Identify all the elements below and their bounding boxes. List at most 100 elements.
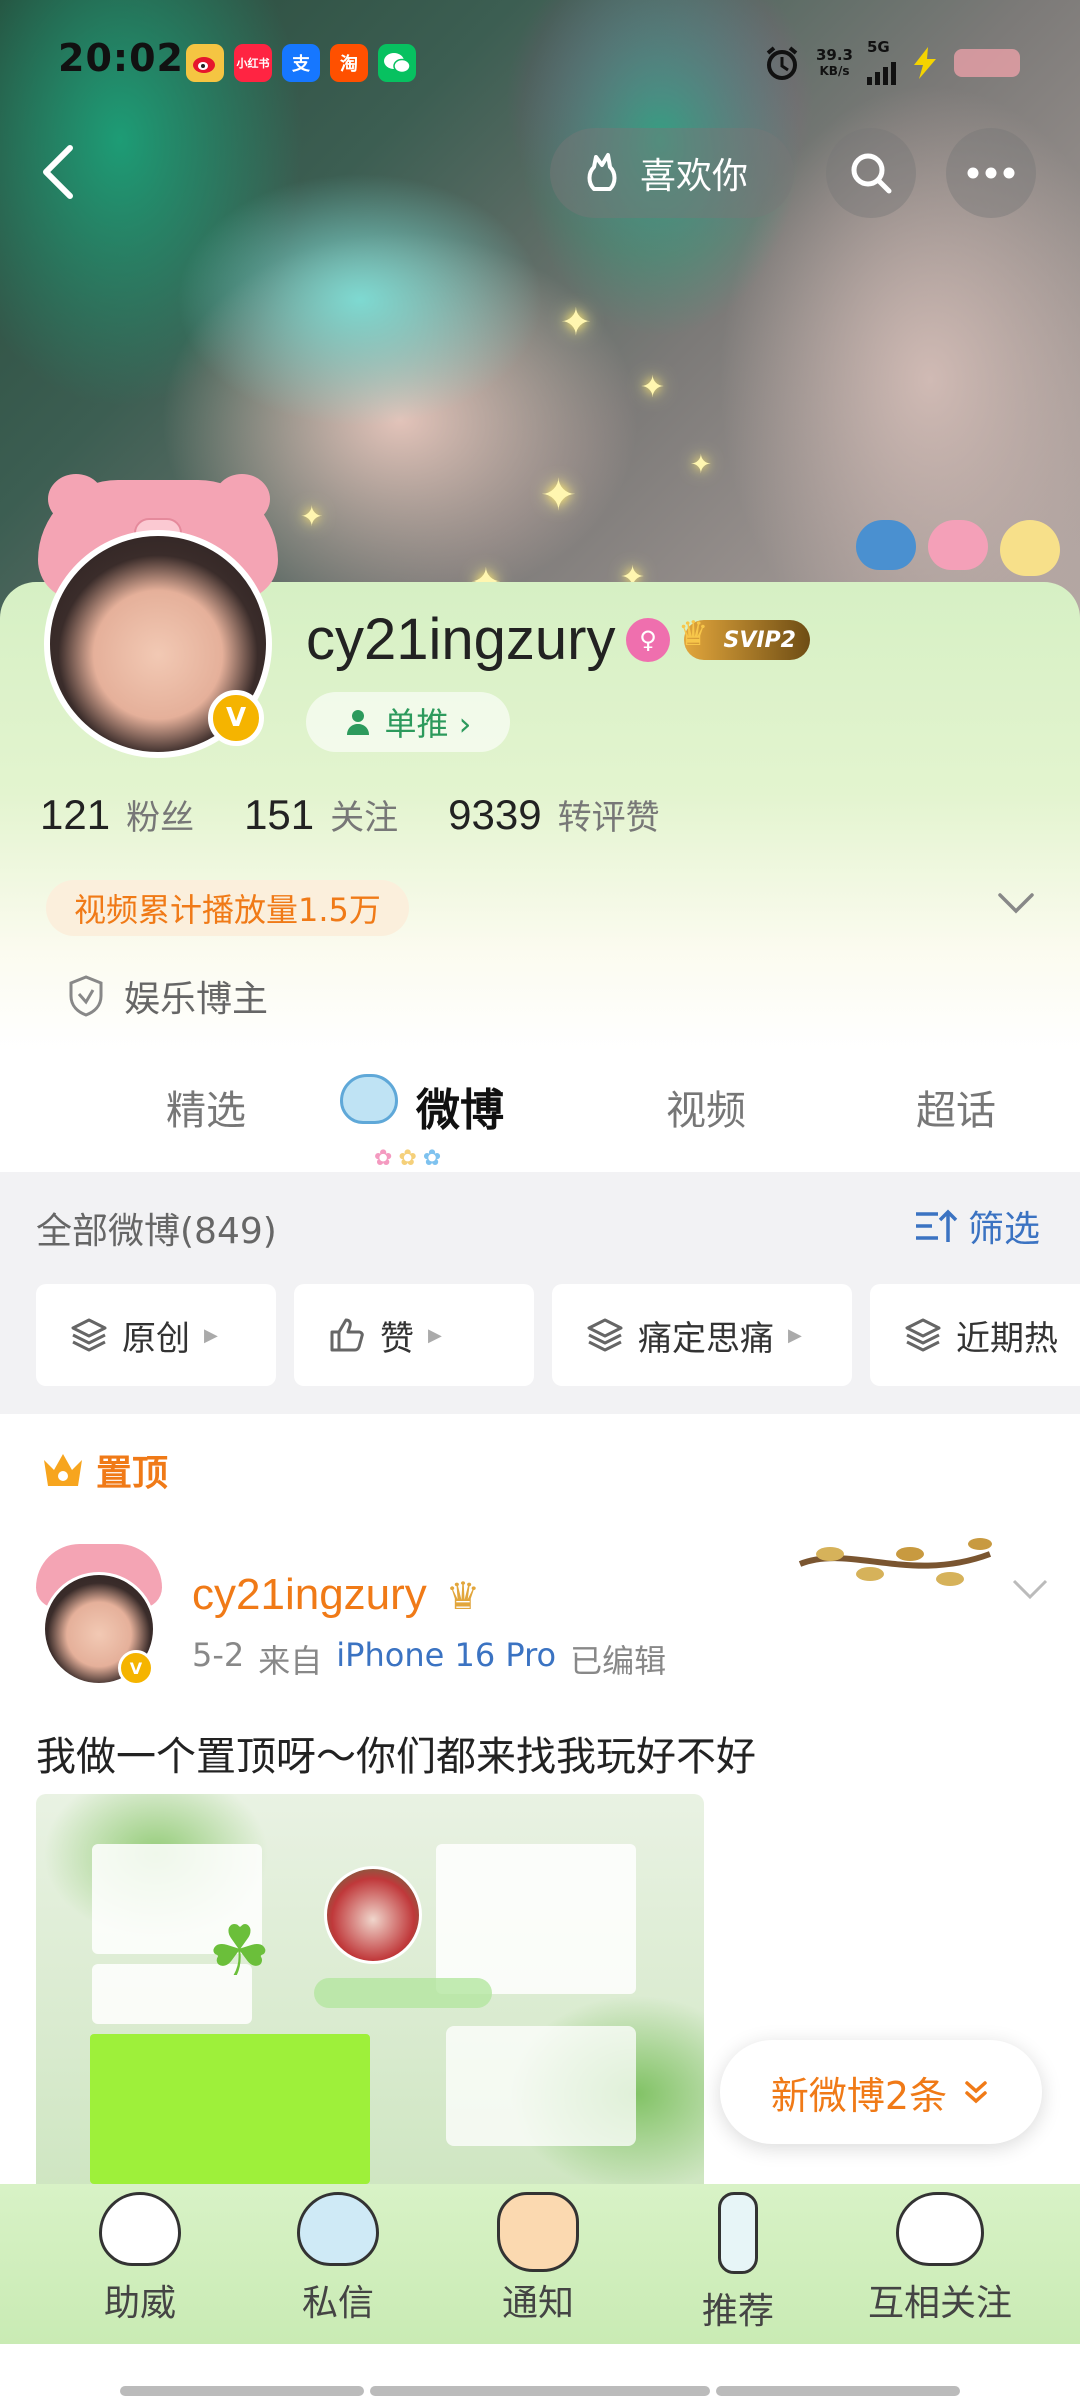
post-image[interactable]: ☘ xyxy=(36,1794,704,2184)
cellular-signal: 5G xyxy=(867,40,896,85)
chip-original[interactable]: 原创 ▶ xyxy=(36,1284,276,1386)
blogger-type[interactable]: 娱乐博主 xyxy=(66,970,268,1022)
like-you-button[interactable]: 喜欢你 xyxy=(550,128,794,218)
username: cy21ingzury xyxy=(306,607,616,672)
nav-notifications[interactable]: 通知 xyxy=(458,2192,618,2326)
post-edited: 已编辑 xyxy=(570,1642,667,1680)
user-icon xyxy=(346,710,369,735)
filter-button[interactable]: 筛选 xyxy=(914,1200,1040,1252)
chip-tongding[interactable]: 痛定思痛 ▶ xyxy=(552,1284,852,1386)
cat-mascot-icon xyxy=(297,2192,379,2266)
gesture-handle[interactable] xyxy=(716,2386,960,2396)
chip-liked[interactable]: 赞 ▶ xyxy=(294,1284,534,1386)
gesture-handle[interactable] xyxy=(120,2386,364,2396)
new-posts-button[interactable]: 新微博2条 xyxy=(720,2040,1042,2144)
layers-icon xyxy=(587,1318,623,1352)
single-push-label: 单推 › xyxy=(384,705,472,743)
chevron-left-icon xyxy=(43,145,73,199)
video-play-count[interactable]: 视频累计播放量1.5万 xyxy=(46,880,409,936)
image-card xyxy=(436,1844,636,1994)
filter-chips: 原创 ▶ 赞 ▶ 痛定思痛 ▶ 近期热 xyxy=(36,1284,1080,1386)
mouse-mascot-icon xyxy=(896,2192,984,2266)
pinned-label: 置顶 xyxy=(40,1444,168,1496)
sparkle-icon: ✦ xyxy=(560,300,592,344)
image-tag xyxy=(314,1978,492,2008)
verified-badge: V xyxy=(208,690,264,746)
notification-app-icons: 小红书 支 淘 xyxy=(186,44,416,82)
blogger-type-label: 娱乐博主 xyxy=(124,979,269,1020)
flower-decoration-icon: ✿ ✿ ✿ xyxy=(374,1146,442,1171)
nav-messages[interactable]: 私信 xyxy=(258,2192,418,2326)
tab-video[interactable]: 视频 xyxy=(666,1078,746,1136)
more-button[interactable] xyxy=(946,128,1036,218)
battery-icon xyxy=(954,48,1020,77)
cat-mascot-icon xyxy=(340,1074,398,1124)
post-from: 来自 xyxy=(258,1642,323,1680)
layers-icon xyxy=(905,1318,941,1352)
post-author[interactable]: cy21ingzury xyxy=(192,1570,427,1620)
clock: 20:02 xyxy=(58,36,184,80)
more-dots-icon xyxy=(967,167,1015,179)
stat-following[interactable]: 151 关注 xyxy=(244,790,398,839)
alipay-icon: 支 xyxy=(282,44,320,82)
post-text: 我做一个置顶呀～你们都来找我玩好不好 xyxy=(36,1734,756,1780)
sparkle-icon: ✦ xyxy=(690,450,712,480)
weibo-icon xyxy=(186,44,224,82)
bunny-mascot-icon xyxy=(497,2192,579,2272)
system-icons: 39.3 KB/s 5G xyxy=(762,40,1020,85)
network-speed: 39.3 KB/s xyxy=(815,45,853,78)
crown-icon xyxy=(44,1454,82,1486)
wechat-icon xyxy=(378,44,416,82)
expand-profile-button[interactable] xyxy=(996,888,1036,923)
tab-weibo[interactable]: 微博 xyxy=(416,1074,504,1138)
sparkle-icon: ✦ xyxy=(640,370,666,405)
gesture-handle[interactable] xyxy=(370,2386,710,2396)
bear-mascot-icon xyxy=(99,2192,181,2266)
crown-icon: ♛ xyxy=(446,1574,481,1618)
sort-filter-icon xyxy=(915,1209,958,1242)
profile-stats: 121 粉丝 151 关注 9339 转评赞 xyxy=(40,790,710,839)
status-bar: 20:02 小红书 支 淘 39.3 KB/s 5G xyxy=(0,0,1080,120)
bottom-nav: 助威 私信 通知 推荐 互相关注 xyxy=(0,2184,1080,2344)
nav-recommend[interactable]: 推荐 xyxy=(658,2192,818,2334)
post-date: 5-2 xyxy=(192,1636,245,1674)
shield-icon xyxy=(69,975,103,1017)
nav-mutual-follow[interactable]: 互相关注 xyxy=(860,2192,1020,2326)
all-posts-count: 全部微博(849) xyxy=(36,1211,277,1252)
search-button[interactable] xyxy=(826,128,916,218)
xiaohongshu-icon: 小红书 xyxy=(234,44,272,82)
thumbs-up-icon xyxy=(330,1318,364,1352)
bunny-hand-icon xyxy=(587,153,617,191)
charging-icon xyxy=(914,46,936,79)
post-menu-button[interactable] xyxy=(1010,1574,1050,1609)
post-device: iPhone 16 Pro xyxy=(336,1636,557,1674)
sparkle-icon: ✦ xyxy=(540,470,577,521)
top-nav: 喜欢你 xyxy=(0,128,1080,218)
like-you-label: 喜欢你 xyxy=(640,156,749,197)
tab-super-topic[interactable]: 超话 xyxy=(916,1078,996,1136)
double-chevron-down-icon xyxy=(965,2081,987,2104)
post-avatar[interactable]: V xyxy=(36,1544,162,1694)
post-meta: 5-2 来自 iPhone 16 Pro 已编辑 xyxy=(192,1636,666,1682)
stat-interactions[interactable]: 9339 转评赞 xyxy=(448,790,659,839)
single-push-button[interactable]: 单推 › xyxy=(306,692,510,752)
search-icon xyxy=(851,153,892,194)
verified-badge: V xyxy=(118,1650,154,1686)
back-button[interactable] xyxy=(36,142,96,202)
profile-tabs: 精选 微博 ✿ ✿ ✿ 视频 超话 xyxy=(0,1058,1080,1171)
chip-recent-hot[interactable]: 近期热 xyxy=(870,1284,1080,1386)
music-player xyxy=(446,2026,636,2146)
profile-avatar[interactable]: V xyxy=(38,474,278,760)
image-avatar xyxy=(324,1866,422,1964)
female-icon: ♀ xyxy=(626,618,670,662)
nav-cheer[interactable]: 助威 xyxy=(60,2192,220,2326)
svip-badge[interactable]: ♛ SVIP2 xyxy=(678,614,810,660)
image-green-card xyxy=(90,2034,370,2184)
alarm-icon xyxy=(766,45,798,80)
flower-vase-icon xyxy=(718,2192,758,2274)
stat-followers[interactable]: 121 粉丝 xyxy=(40,790,194,839)
tab-featured[interactable]: 精选 xyxy=(166,1078,246,1136)
cat-mascot-icon xyxy=(856,520,916,570)
clover-icon: ☘ xyxy=(208,1910,271,1992)
cover-mascots xyxy=(856,520,1060,576)
